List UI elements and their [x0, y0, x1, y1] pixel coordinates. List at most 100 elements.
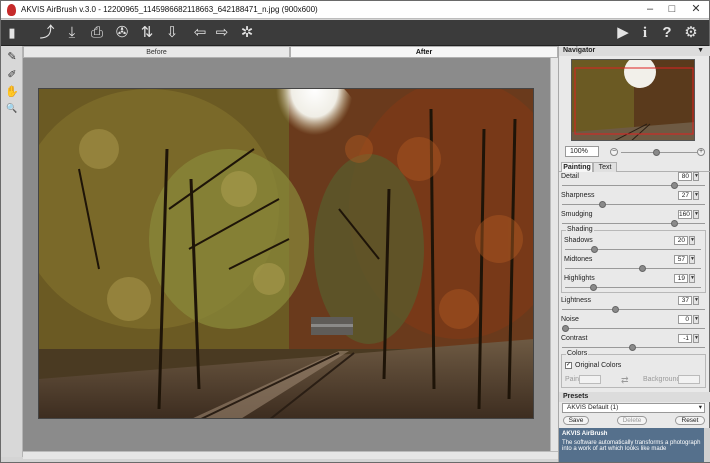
sharpness-spinner[interactable]: ▼: [693, 191, 699, 200]
collapse-icon[interactable]: ▼: [697, 46, 704, 56]
navigator-preview-image: [572, 60, 694, 140]
brush-tube-icon: ▮: [8, 25, 16, 40]
zoom-out-button[interactable]: −: [610, 148, 618, 156]
contrast-slider-knob[interactable]: [628, 344, 636, 351]
shadows-slider-knob[interactable]: [590, 246, 598, 253]
canvas-horizontal-scrollbar[interactable]: [23, 451, 558, 459]
original-colors-label: Original Colors: [575, 362, 622, 369]
view-tabs: Before After: [23, 46, 558, 58]
tab-painting[interactable]: Painting: [561, 162, 593, 172]
hand-tool-icon[interactable]: ✋: [4, 84, 20, 100]
noise-value-field[interactable]: 0: [678, 315, 692, 324]
tools-sidebar: ✎ ✐ ✋ 🔍: [1, 46, 23, 457]
eraser-tool-icon[interactable]: ✐: [4, 67, 20, 83]
noise-label: Noise: [561, 316, 579, 323]
tab-before[interactable]: Before: [23, 46, 290, 58]
brush-tool-icon[interactable]: ✎: [4, 49, 20, 65]
midtones-slider[interactable]: [565, 268, 701, 269]
tab-after[interactable]: After: [290, 46, 558, 58]
canvas-vertical-scrollbar[interactable]: [550, 58, 558, 451]
detail-slider[interactable]: [562, 185, 705, 186]
help-title: AKVIS AirBrush: [562, 431, 608, 437]
lightness-slider[interactable]: [562, 309, 705, 310]
shadows-value-field[interactable]: 20: [674, 236, 688, 245]
detail-label: Detail: [561, 173, 579, 180]
sharpness-slider[interactable]: [562, 204, 705, 205]
smudging-slider[interactable]: [562, 223, 705, 224]
open-icon[interactable]: ⤴: [37, 23, 57, 43]
zoom-select[interactable]: 100%: [565, 146, 599, 157]
highlights-label: Highlights: [564, 275, 595, 282]
help-box: AKVIS AirBrush The software automaticall…: [559, 428, 704, 462]
help-icon[interactable]: ?: [657, 23, 677, 43]
midtones-spinner[interactable]: ▼: [689, 255, 695, 264]
batch-icon[interactable]: ⇅: [137, 23, 157, 43]
zoom-slider-knob[interactable]: [653, 149, 660, 156]
run-icon[interactable]: ▶: [613, 23, 633, 43]
lightness-slider-knob[interactable]: [612, 306, 620, 313]
highlights-value-field[interactable]: 19: [674, 274, 688, 283]
midtones-label: Midtones: [564, 256, 593, 263]
preferences-icon[interactable]: ⚙: [681, 23, 701, 43]
shadows-spinner[interactable]: ▼: [689, 236, 695, 245]
result-image: [38, 88, 534, 419]
navigator-thumbnail[interactable]: [571, 59, 695, 141]
contrast-label: Contrast: [561, 335, 588, 342]
highlights-slider-knob[interactable]: [589, 284, 597, 291]
share-icon[interactable]: ✇: [112, 23, 132, 43]
background-color-swatch[interactable]: [678, 375, 700, 384]
noise-spinner[interactable]: ▼: [693, 315, 699, 324]
redo-icon[interactable]: ⇨: [212, 23, 232, 43]
app-logo-icon: [7, 4, 16, 16]
noise-slider-knob[interactable]: [562, 325, 569, 332]
maximize-button[interactable]: □: [663, 3, 681, 17]
smudging-slider-knob[interactable]: [670, 220, 678, 227]
lightness-spinner[interactable]: ▼: [693, 296, 699, 305]
save-preset-button[interactable]: Save: [563, 416, 589, 425]
presets-header: Presets: [559, 392, 710, 402]
reset-preset-button[interactable]: Reset: [675, 416, 705, 425]
noise-slider[interactable]: [562, 328, 705, 329]
shadows-slider[interactable]: [565, 249, 701, 250]
close-button[interactable]: ✕: [687, 3, 705, 17]
highlights-slider[interactable]: [565, 287, 701, 288]
midtones-slider-knob[interactable]: [638, 265, 646, 272]
window-title: AKVIS AirBrush v.3.0 - 12200965_11459866…: [21, 5, 318, 14]
export-icon[interactable]: ⇩: [162, 23, 182, 43]
smudging-value-field[interactable]: 160: [678, 210, 692, 219]
detail-slider-knob[interactable]: [670, 182, 678, 189]
delete-preset-button[interactable]: Delete: [617, 416, 647, 425]
contrast-value-field[interactable]: -1: [678, 334, 692, 343]
midtones-value-field[interactable]: 57: [674, 255, 688, 264]
smudging-spinner[interactable]: ▼: [693, 210, 699, 219]
settings-gear-icon[interactable]: ✲: [237, 23, 257, 43]
undo-icon[interactable]: ⇦: [190, 23, 210, 43]
contrast-spinner[interactable]: ▼: [693, 334, 699, 343]
shading-title: Shading: [566, 226, 594, 233]
info-icon[interactable]: i: [635, 23, 655, 43]
colors-title: Colors: [566, 350, 589, 357]
image-canvas[interactable]: [23, 58, 550, 451]
save-icon[interactable]: ⤓: [62, 23, 82, 43]
sharpness-value-field[interactable]: 27: [678, 191, 692, 200]
preset-selected: AKVIS Default (1): [567, 404, 619, 411]
background-color-label: Background: [643, 376, 681, 383]
title-bar: AKVIS AirBrush v.3.0 - 12200965_11459866…: [1, 1, 709, 19]
preset-select[interactable]: AKVIS Default (1) ▾: [562, 403, 705, 413]
detail-spinner[interactable]: ▼: [693, 172, 699, 181]
help-scrollbar[interactable]: [704, 428, 710, 462]
paint-color-swatch[interactable]: [579, 375, 601, 384]
lightness-value-field[interactable]: 37: [678, 296, 692, 305]
painted-forest-image: [39, 89, 533, 418]
original-colors-checkbox[interactable]: ✓: [565, 362, 572, 369]
zoom-in-button[interactable]: +: [697, 148, 705, 156]
shadows-label: Shadows: [564, 237, 593, 244]
swap-colors-icon[interactable]: ⇄: [621, 375, 629, 386]
print-icon[interactable]: ⎙: [87, 23, 107, 43]
minimize-button[interactable]: –: [641, 3, 659, 17]
tab-text[interactable]: Text: [593, 162, 617, 172]
detail-value-field[interactable]: 80: [678, 172, 692, 181]
highlights-spinner[interactable]: ▼: [689, 274, 695, 283]
zoom-tool-icon[interactable]: 🔍: [4, 100, 20, 116]
sharpness-slider-knob[interactable]: [598, 201, 606, 208]
